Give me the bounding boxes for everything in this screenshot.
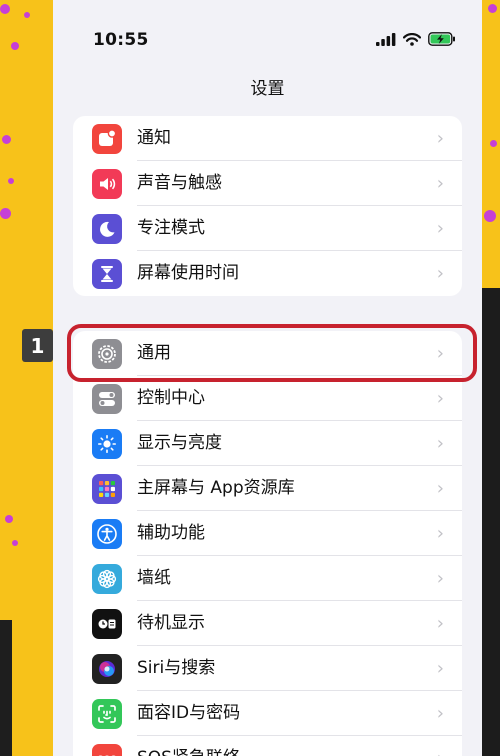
- settings-row-label: SOS紧急联络: [137, 736, 240, 756]
- chevron-right-icon: ›: [436, 218, 444, 239]
- face-id-icon: [92, 699, 122, 729]
- siri-icon: [92, 654, 122, 684]
- decorative-dot: [8, 178, 14, 184]
- settings-row-label: 屏幕使用时间: [137, 263, 239, 283]
- settings-row-emergency-sos[interactable]: SOS SOS紧急联络 ›: [73, 736, 462, 756]
- chevron-right-icon: ›: [437, 736, 444, 756]
- decorative-dot: [5, 515, 13, 523]
- settings-row-notifications[interactable]: 通知 ›: [73, 116, 462, 161]
- decorative-dot: [12, 540, 18, 546]
- battery-charging-icon: [428, 32, 455, 46]
- settings-row-sounds[interactable]: 声音与触感 ›: [73, 161, 462, 206]
- settings-row-accessibility[interactable]: 辅助功能 ›: [73, 511, 462, 556]
- status-time: 10:55: [93, 30, 149, 50]
- chevron-right-icon: ›: [436, 523, 444, 544]
- settings-row-label: Siri与搜索: [137, 658, 216, 678]
- settings-row-screen-time[interactable]: 屏幕使用时间 ›: [73, 251, 462, 296]
- settings-row-label: 显示与亮度: [137, 433, 222, 453]
- app-grid-icon: [92, 474, 122, 504]
- settings-row-label: 专注模式: [137, 218, 205, 238]
- chevron-right-icon: ›: [436, 128, 444, 149]
- settings-row-home-screen[interactable]: 主屏幕与 App资源库 ›: [73, 466, 462, 511]
- chevron-right-icon: ›: [436, 568, 444, 589]
- chevron-right-icon: ›: [436, 478, 444, 499]
- cellular-signal-icon: [376, 32, 396, 46]
- chevron-right-icon: ›: [436, 658, 444, 679]
- chevron-right-icon: ›: [436, 388, 444, 409]
- chevron-right-icon: ›: [436, 703, 444, 724]
- settings-row-label: 通知: [137, 128, 171, 148]
- chevron-right-icon: ›: [436, 173, 444, 194]
- decorative-dot: [0, 4, 10, 14]
- moon-icon: [92, 214, 122, 244]
- settings-row-label: 面容ID与密码: [137, 703, 241, 723]
- settings-row-label: 控制中心: [137, 388, 205, 408]
- chevron-right-icon: ›: [436, 433, 444, 454]
- settings-row-control-center[interactable]: 控制中心 ›: [73, 376, 462, 421]
- standby-icon: [92, 609, 122, 639]
- decorative-dot: [24, 12, 30, 18]
- speaker-icon: [92, 169, 122, 199]
- decorative-dot: [0, 208, 11, 219]
- notification-icon: [92, 124, 122, 154]
- highlight-frame: [67, 324, 477, 382]
- wifi-icon: [403, 32, 421, 46]
- status-icons: [376, 32, 456, 46]
- sos-icon: SOS: [92, 744, 122, 756]
- settings-row-label: 墙纸: [137, 568, 171, 588]
- settings-row-label: 待机显示: [137, 613, 205, 633]
- chevron-right-icon: ›: [436, 613, 444, 634]
- flower-icon: [92, 564, 122, 594]
- settings-row-label: 主屏幕与 App资源库: [137, 478, 295, 498]
- decorative-dot: [488, 4, 497, 13]
- settings-row-focus[interactable]: 专注模式 ›: [73, 206, 462, 251]
- settings-row-label: 辅助功能: [137, 523, 205, 543]
- decorative-dot: [11, 42, 19, 50]
- accessibility-icon: [92, 519, 122, 549]
- settings-row-label: 声音与触感: [137, 173, 222, 193]
- settings-row-wallpaper[interactable]: 墙纸 ›: [73, 556, 462, 601]
- hourglass-icon: [92, 259, 122, 289]
- settings-row-display[interactable]: 显示与亮度 ›: [73, 421, 462, 466]
- settings-row-siri[interactable]: Siri与搜索 ›: [73, 646, 462, 691]
- toggles-icon: [92, 384, 122, 414]
- decorative-dot: [490, 140, 497, 147]
- page-title: 设置: [250, 79, 285, 99]
- settings-group-top: 通知 › 声音与触感 › 专注模式 › 屏幕使用时间 ›: [73, 116, 462, 296]
- step-badge: 1: [22, 329, 53, 362]
- chevron-right-icon: ›: [436, 263, 444, 284]
- background-dark-panel: [480, 288, 500, 756]
- sun-icon: [92, 429, 122, 459]
- settings-row-standby[interactable]: 待机显示 ›: [73, 601, 462, 646]
- decorative-dot: [2, 135, 11, 144]
- settings-group-main: 通用 › 控制中心 › 显示与亮度 › 主屏幕与 App资源库 › 辅助功能 ›…: [73, 331, 462, 756]
- background-dark-panel: [0, 620, 12, 756]
- decorative-dot: [484, 210, 496, 222]
- settings-row-face-id[interactable]: 面容ID与密码 ›: [73, 691, 462, 736]
